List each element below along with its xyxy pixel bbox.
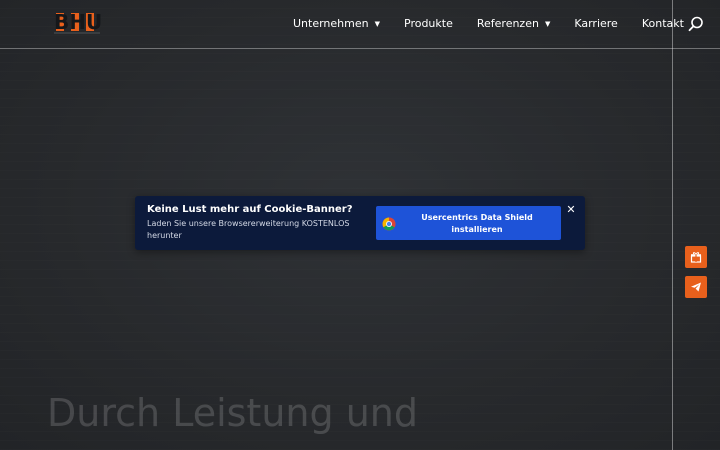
nav-item-label: Karriere [574, 17, 618, 30]
nav-item-kontakt[interactable]: Kontakt [642, 17, 684, 30]
paper-plane-icon [690, 278, 702, 297]
banner-description: Laden Sie unsere Browsererweiterung KOST… [147, 219, 350, 240]
hero-headline: Durch Leistung und [47, 391, 418, 435]
nav-item-referenzen[interactable]: Referenzen ▼ [477, 17, 550, 30]
nav-item-label: Referenzen [476, 17, 539, 30]
nav-item-label: Produkte [404, 17, 453, 30]
gift-icon [690, 248, 702, 267]
main-nav: Unternehmen ▼ Produkte Referenzen ▼ Karr… [293, 17, 708, 30]
nav-item-label: Kontakt [641, 17, 684, 30]
logo-text: BHU [54, 10, 103, 34]
install-extension-button[interactable]: Usercentrics Data Shield installieren [376, 206, 561, 240]
site-header: BHU Unternehmen ▼ Produkte Referenzen ▼ … [0, 0, 720, 49]
chrome-icon [382, 216, 396, 231]
nav-item-label: Unternehmen [293, 17, 369, 30]
send-button[interactable] [685, 276, 707, 298]
close-icon[interactable]: ✕ [566, 204, 576, 215]
nav-item-unternehmen[interactable]: Unternehmen ▼ [293, 17, 380, 30]
caret-down-icon: ▼ [544, 19, 551, 28]
banner-title: Keine Lust mehr auf Cookie-Banner? [147, 204, 353, 215]
logo[interactable]: BHU [52, 10, 103, 36]
search-icon[interactable] [688, 16, 704, 32]
logo-tagline [54, 32, 100, 34]
gift-button[interactable] [685, 246, 707, 268]
caret-down-icon: ▼ [374, 19, 380, 28]
nav-item-produkte[interactable]: Produkte [404, 17, 453, 30]
sidebar-divider [672, 0, 673, 450]
nav-item-karriere[interactable]: Karriere [574, 17, 617, 30]
install-button-label: Usercentrics Data Shield installieren [421, 213, 533, 234]
